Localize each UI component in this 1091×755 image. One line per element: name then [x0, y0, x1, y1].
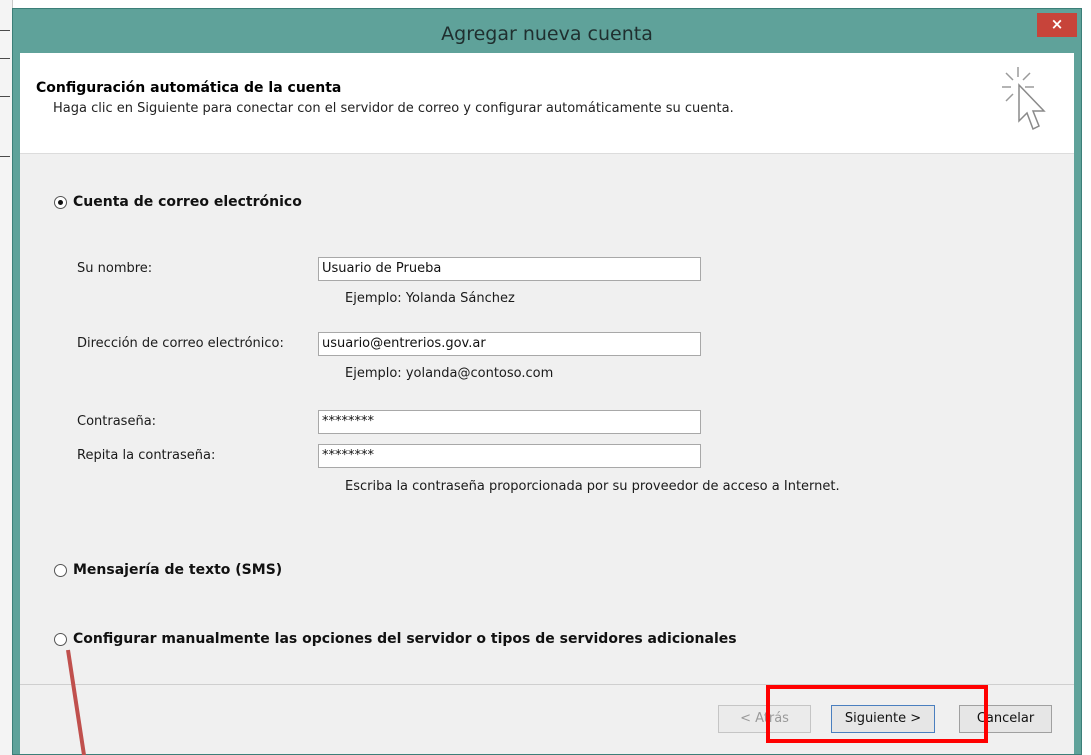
wizard-cursor-icon [1002, 67, 1046, 131]
manual-config-radio[interactable] [54, 632, 67, 646]
dialog-window: Agregar nueva cuenta × Configuración aut… [12, 8, 1082, 755]
window-title: Agregar nueva cuenta [441, 23, 653, 45]
repeat-password-label: Repita la contraseña: [77, 448, 216, 463]
background-tick [0, 58, 10, 59]
sms-radio[interactable] [54, 563, 67, 577]
name-hint: Ejemplo: Yolanda Sánchez [345, 291, 515, 306]
email-hint: Ejemplo: yolanda@contoso.com [345, 366, 554, 381]
email-account-option[interactable]: Cuenta de correo electrónico [54, 194, 302, 210]
email-input[interactable]: usuario@entrerios.gov.ar [318, 332, 701, 356]
dialog-client-area: Configuración automática de la cuenta Ha… [20, 53, 1074, 754]
password-hint: Escriba la contraseña proporcionada por … [345, 479, 840, 494]
email-account-label: Cuenta de correo electrónico [73, 194, 302, 210]
password-input[interactable]: ******** [318, 410, 701, 434]
wizard-header: Configuración automática de la cuenta Ha… [20, 53, 1074, 154]
repeat-password-input[interactable]: ******** [318, 444, 701, 468]
background-tick [0, 30, 10, 31]
background-tick [0, 156, 10, 157]
annotation-highlight-box [766, 685, 988, 743]
manual-config-option[interactable]: Configurar manualmente las opciones del … [54, 631, 737, 647]
manual-config-label: Configurar manualmente las opciones del … [73, 631, 737, 647]
background-tick [0, 96, 10, 97]
password-label: Contraseña: [77, 414, 157, 429]
header-title: Configuración automática de la cuenta [36, 80, 342, 96]
sms-option[interactable]: Mensajería de texto (SMS) [54, 562, 282, 578]
name-label: Su nombre: [77, 261, 153, 276]
sms-label: Mensajería de texto (SMS) [73, 562, 283, 578]
email-account-radio[interactable] [54, 195, 67, 209]
name-input[interactable]: Usuario de Prueba [318, 257, 701, 281]
email-label: Dirección de correo electrónico: [77, 336, 284, 351]
header-subtitle: Haga clic en Siguiente para conectar con… [53, 101, 734, 116]
close-button[interactable]: × [1037, 13, 1077, 37]
